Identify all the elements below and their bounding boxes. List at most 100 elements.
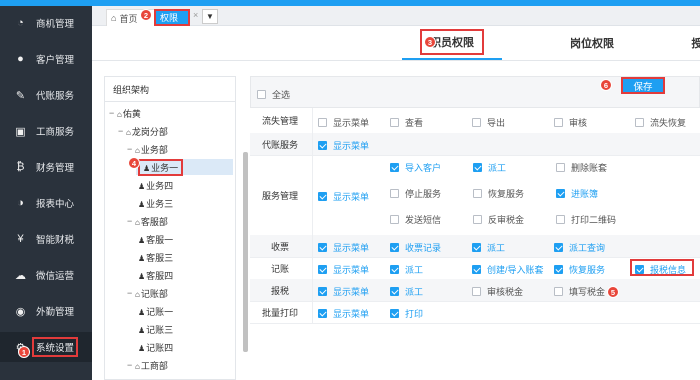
- checkbox-box[interactable]: [390, 309, 399, 318]
- checkbox-box[interactable]: [472, 265, 481, 274]
- checkbox-box[interactable]: [473, 189, 482, 198]
- tree-node[interactable]: ♟记账三: [136, 321, 173, 337]
- checkbox-box[interactable]: [554, 287, 563, 296]
- permission-checkbox[interactable]: 派工查询: [554, 241, 605, 254]
- tab-position-permissions[interactable]: 岗位权限: [552, 26, 632, 60]
- tab-close-icon[interactable]: ×: [193, 10, 198, 20]
- save-button[interactable]: 保存: [621, 77, 665, 94]
- checkbox-box[interactable]: [556, 163, 565, 172]
- select-all-checkbox[interactable]: 全选: [257, 88, 290, 101]
- checkbox-box[interactable]: [390, 215, 399, 224]
- tab-third[interactable]: 授: [682, 26, 700, 60]
- permission-checkbox[interactable]: 流失恢复: [635, 116, 686, 129]
- checkbox-box[interactable]: [635, 265, 644, 274]
- tree-node[interactable]: ♟业务四: [136, 177, 173, 193]
- tree-node[interactable]: − ⌂工商部: [127, 357, 168, 373]
- org-tree-scrollbar[interactable]: [243, 152, 248, 352]
- permission-checkbox[interactable]: 进账簿: [556, 187, 598, 200]
- checkbox-box[interactable]: [472, 243, 481, 252]
- checkbox-box[interactable]: [390, 265, 399, 274]
- checkbox-box[interactable]: [390, 189, 399, 198]
- expand-icon[interactable]: −: [127, 288, 135, 298]
- sidebar-item-3[interactable]: ✎ 代账服务: [0, 80, 92, 110]
- checkbox-box[interactable]: [472, 117, 481, 127]
- sidebar-item-1[interactable]: ◔ 商机管理: [0, 8, 92, 38]
- tree-node[interactable]: − ⌂佑黄: [109, 105, 141, 121]
- checkbox-box[interactable]: [257, 90, 266, 99]
- expand-icon[interactable]: −: [109, 108, 117, 118]
- checkbox-box[interactable]: [318, 192, 327, 201]
- permission-checkbox[interactable]: 派工: [390, 285, 423, 298]
- tree-node[interactable]: − ⌂客服部: [127, 213, 168, 229]
- permission-checkbox[interactable]: 派工: [473, 161, 506, 174]
- checkbox-box[interactable]: [318, 117, 327, 127]
- tree-node[interactable]: ♟业务一: [136, 158, 233, 176]
- checkbox-box[interactable]: [390, 117, 399, 127]
- sidebar-item-7[interactable]: ¥ 智能财税: [0, 224, 92, 254]
- sidebar-item-5[interactable]: ₿ 财务管理: [0, 152, 92, 182]
- permission-checkbox[interactable]: 显示菜单: [318, 263, 369, 276]
- checkbox-box[interactable]: [318, 287, 327, 296]
- permission-checkbox[interactable]: 反审税金: [473, 213, 524, 226]
- permission-checkbox[interactable]: 发送短信: [390, 213, 441, 226]
- checkbox-box[interactable]: [390, 163, 399, 172]
- sidebar-item-6[interactable]: ◑ 报表中心: [0, 188, 92, 218]
- permission-checkbox[interactable]: 打印: [390, 307, 423, 320]
- permission-checkbox[interactable]: 显示菜单: [318, 285, 369, 298]
- permission-checkbox[interactable]: 恢复服务: [554, 263, 605, 276]
- checkbox-box[interactable]: [473, 163, 482, 172]
- permission-checkbox[interactable]: 审核税金: [472, 285, 523, 298]
- checkbox-box[interactable]: [318, 243, 327, 252]
- checkbox-box[interactable]: [318, 141, 327, 150]
- checkbox-box[interactable]: [554, 265, 563, 274]
- permission-checkbox[interactable]: 恢复服务: [473, 187, 524, 200]
- tree-node[interactable]: ♟客服四: [136, 267, 173, 283]
- checkbox-box[interactable]: [554, 117, 563, 127]
- tree-node[interactable]: ♟业务三: [136, 195, 173, 211]
- expand-icon[interactable]: −: [127, 360, 135, 370]
- permission-checkbox[interactable]: 导出: [472, 116, 505, 129]
- permission-checkbox[interactable]: 查看: [390, 116, 423, 129]
- permission-checkbox[interactable]: 删除账套: [556, 161, 607, 174]
- tab-staff-permissions[interactable]: 职员权限: [402, 26, 502, 60]
- permission-checkbox[interactable]: 创建/导入账套: [472, 263, 544, 276]
- checkbox-box[interactable]: [473, 215, 482, 224]
- permission-checkbox[interactable]: 派工: [390, 263, 423, 276]
- permission-checkbox[interactable]: 显示菜单: [318, 190, 369, 203]
- sidebar-item-9[interactable]: ◉ 外勤管理: [0, 296, 92, 326]
- checkbox-box[interactable]: [554, 243, 563, 252]
- permission-checkbox[interactable]: 显示菜单: [318, 139, 369, 152]
- permission-checkbox[interactable]: 报税信息: [635, 263, 686, 276]
- permission-checkbox[interactable]: 导入客户: [390, 161, 441, 174]
- tree-node[interactable]: ♟客服三: [136, 249, 173, 265]
- sidebar-item-4[interactable]: ▣ 工商服务: [0, 116, 92, 146]
- permission-checkbox[interactable]: 停止服务: [390, 187, 441, 200]
- tree-node[interactable]: − ⌂业务部: [127, 141, 168, 157]
- expand-icon[interactable]: −: [127, 216, 135, 226]
- permission-checkbox[interactable]: 审核: [554, 116, 587, 129]
- permission-checkbox[interactable]: 派工: [472, 241, 505, 254]
- tab-permissions[interactable]: 权限: [154, 9, 190, 26]
- sidebar-item-10[interactable]: ⚙系统设置: [0, 332, 92, 362]
- permission-checkbox[interactable]: 收票记录: [390, 241, 441, 254]
- permission-checkbox[interactable]: 显示菜单: [318, 307, 369, 320]
- checkbox-box[interactable]: [556, 189, 565, 198]
- sidebar-item-8[interactable]: ☁ 微信运营: [0, 260, 92, 290]
- checkbox-box[interactable]: [635, 117, 644, 127]
- checkbox-box[interactable]: [472, 287, 481, 296]
- permission-checkbox[interactable]: 打印二维码: [556, 213, 616, 226]
- tree-node[interactable]: ♟记账一: [136, 303, 173, 319]
- tree-node[interactable]: ♟记账四: [136, 339, 173, 355]
- checkbox-box[interactable]: [390, 287, 399, 296]
- expand-icon[interactable]: −: [118, 126, 126, 136]
- tree-node[interactable]: − ⌂记账部: [127, 285, 168, 301]
- tree-node[interactable]: ♟客服一: [136, 231, 173, 247]
- checkbox-box[interactable]: [390, 243, 399, 252]
- checkbox-box[interactable]: [318, 309, 327, 318]
- permission-checkbox[interactable]: 显示菜单: [318, 116, 369, 129]
- permission-checkbox[interactable]: 显示菜单: [318, 241, 369, 254]
- checkbox-box[interactable]: [318, 265, 327, 274]
- tree-node[interactable]: − ⌂龙岗分部: [118, 123, 168, 139]
- checkbox-box[interactable]: [556, 215, 565, 224]
- permission-checkbox[interactable]: 填写税金: [554, 285, 605, 298]
